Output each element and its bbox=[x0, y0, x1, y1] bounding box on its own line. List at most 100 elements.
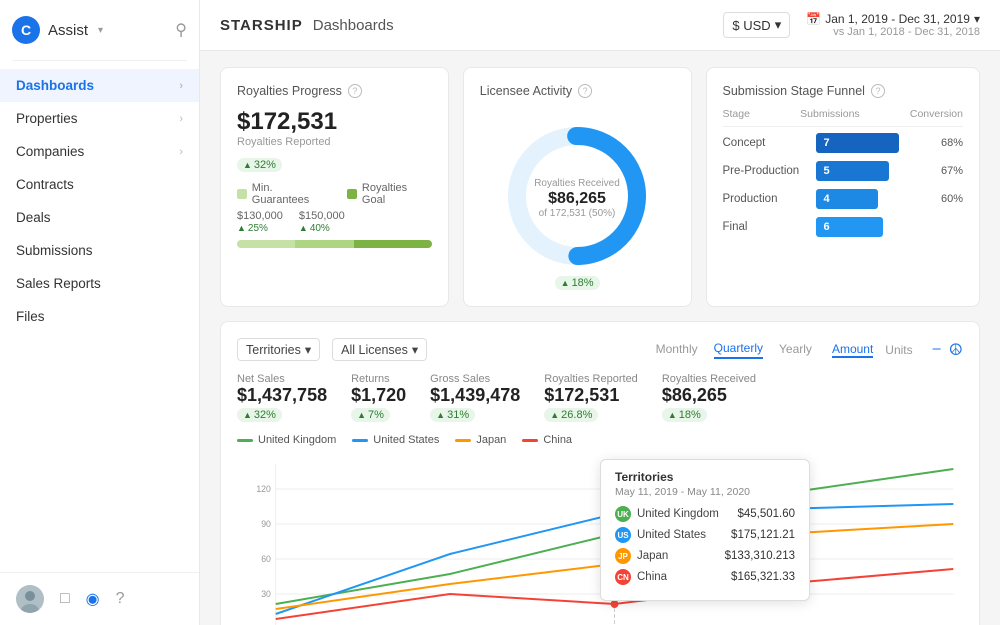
tab-yearly[interactable]: Yearly bbox=[779, 342, 812, 358]
donut-wrapper: Royalties Received $86,265 of 172,531 (5… bbox=[480, 108, 675, 284]
page-title: Dashboards bbox=[313, 17, 394, 34]
sidebar-item-dashboards[interactable]: Dashboards › bbox=[0, 69, 199, 102]
svg-text:$86,265: $86,265 bbox=[548, 190, 606, 207]
us-flag: US bbox=[615, 527, 631, 543]
amount-unit-tabs: Amount Units bbox=[832, 342, 913, 358]
metric-royalties-reported: Royalties Reported $172,531 ▲ 26.8% bbox=[544, 373, 638, 422]
tooltip-china: CN China $165,321.33 bbox=[615, 569, 795, 585]
licensee-badge: ▲ 18% bbox=[555, 276, 600, 290]
tab-amount[interactable]: Amount bbox=[832, 342, 873, 358]
chevron-down-icon: ▾ bbox=[775, 17, 782, 33]
svg-text:of 172,531 (50%): of 172,531 (50%) bbox=[539, 208, 616, 219]
app-name: Assist bbox=[48, 22, 88, 39]
progress-seg-3 bbox=[354, 240, 432, 248]
sidebar-item-deals[interactable]: Deals bbox=[0, 201, 199, 234]
tab-monthly[interactable]: Monthly bbox=[656, 342, 698, 358]
japan-flag: JP bbox=[615, 548, 631, 564]
info-icon[interactable]: ? bbox=[871, 84, 885, 98]
royalties-value: $172,531 bbox=[237, 108, 432, 136]
top-bar: STARSHIP Dashboards $ USD ▾ 📅 Jan 1, 201… bbox=[200, 0, 1000, 51]
search-icon[interactable]: ⚲ bbox=[175, 20, 187, 40]
info-icon[interactable]: ? bbox=[578, 84, 592, 98]
date-range: 📅 Jan 1, 2019 - Dec 31, 2019 ▾ vs Jan 1,… bbox=[806, 12, 980, 38]
tab-units[interactable]: Units bbox=[885, 343, 912, 357]
sidebar-item-companies[interactable]: Companies › bbox=[0, 135, 199, 168]
metric-net-sales: Net Sales $1,437,758 ▲ 32% bbox=[237, 373, 327, 422]
progress-values: $130,000 ▲ 25% $150,000 ▲ 40% bbox=[237, 210, 432, 234]
chart-area: 0 30 60 90 120 Q1 Q2 Q3 Q4 bbox=[237, 454, 963, 625]
legend-uk-line bbox=[237, 439, 253, 442]
funnel-card: Submission Stage Funnel ? Stage Submissi… bbox=[706, 67, 981, 307]
royalties-badge: ▲ 32% bbox=[237, 158, 282, 172]
funnel-row-final: Final 6 bbox=[723, 217, 964, 237]
avatar[interactable] bbox=[16, 585, 44, 613]
sidebar-nav: Dashboards › Properties › Companies › Co… bbox=[0, 61, 199, 572]
svg-text:60: 60 bbox=[261, 554, 271, 564]
app-arrow[interactable]: ▾ bbox=[98, 25, 103, 36]
chevron-right-icon: › bbox=[179, 80, 183, 92]
chevron-down-icon: ▾ bbox=[305, 342, 311, 357]
legend-us-line bbox=[352, 439, 368, 442]
chart-icons: ⎯ ☮ bbox=[933, 340, 963, 360]
funnel-row-preproduction: Pre-Production 5 67% bbox=[723, 161, 964, 181]
line-chart-icon[interactable]: ⎯ bbox=[933, 340, 941, 360]
territories-filter[interactable]: Territories ▾ bbox=[237, 338, 320, 361]
chevron-down-icon: ▾ bbox=[974, 12, 980, 26]
metrics-row: Net Sales $1,437,758 ▲ 32% Returns $1,72… bbox=[237, 373, 963, 422]
chat-icon[interactable]: □ bbox=[60, 590, 70, 608]
cards-row: Royalties Progress ? $172,531 Royalties … bbox=[220, 67, 980, 307]
chart-filters: Territories ▾ All Licenses ▾ bbox=[237, 338, 427, 361]
svg-text:120: 120 bbox=[256, 484, 271, 494]
time-tabs: Monthly Quarterly Yearly bbox=[656, 341, 812, 359]
goal-dot bbox=[347, 189, 357, 199]
royalties-card: Royalties Progress ? $172,531 Royalties … bbox=[220, 67, 449, 307]
donut-chart: Royalties Received $86,265 of 172,531 (5… bbox=[497, 116, 657, 276]
svg-text:90: 90 bbox=[261, 519, 271, 529]
licensee-title: Licensee Activity ? bbox=[480, 84, 675, 98]
content: Royalties Progress ? $172,531 Royalties … bbox=[200, 51, 1000, 625]
chevron-right-icon: › bbox=[179, 113, 183, 125]
chevron-down-icon: ▾ bbox=[412, 342, 418, 357]
svg-text:Royalties Received: Royalties Received bbox=[534, 178, 620, 189]
sidebar-item-submissions[interactable]: Submissions bbox=[0, 234, 199, 267]
currency-selector[interactable]: $ USD ▾ bbox=[723, 12, 790, 38]
royalties-title: Royalties Progress ? bbox=[237, 84, 432, 98]
min-guarantee-dot bbox=[237, 189, 247, 199]
chart-section: Territories ▾ All Licenses ▾ Monthly Qua… bbox=[220, 321, 980, 625]
brand: STARSHIP Dashboards bbox=[220, 17, 394, 34]
chevron-right-icon: › bbox=[179, 146, 183, 158]
progress-bar bbox=[237, 240, 432, 248]
sidebar-item-contracts[interactable]: Contracts bbox=[0, 168, 199, 201]
bell-icon[interactable]: ◉ bbox=[86, 589, 100, 609]
funnel-title: Submission Stage Funnel ? bbox=[723, 84, 964, 98]
chart-controls: Territories ▾ All Licenses ▾ Monthly Qua… bbox=[237, 338, 963, 361]
tooltip-uk: UK United Kingdom $45,501.60 bbox=[615, 506, 795, 522]
funnel-row-concept: Concept 7 68% bbox=[723, 133, 964, 153]
funnel-header: Stage Submissions Conversion bbox=[723, 108, 964, 127]
metric-royalties-received: Royalties Received $86,265 ▲ 18% bbox=[662, 373, 756, 422]
sidebar-item-properties[interactable]: Properties › bbox=[0, 102, 199, 135]
progress-seg-1 bbox=[237, 240, 295, 248]
sidebar-header: C Assist ▾ ⚲ bbox=[0, 0, 199, 60]
info-icon[interactable]: ? bbox=[348, 84, 362, 98]
app-logo: C bbox=[12, 16, 40, 44]
metric-returns: Returns $1,720 ▲ 7% bbox=[351, 373, 406, 422]
royalties-label: Royalties Reported bbox=[237, 136, 432, 148]
brand-name: STARSHIP bbox=[220, 17, 303, 34]
sidebar-item-sales-reports[interactable]: Sales Reports bbox=[0, 267, 199, 300]
top-controls: $ USD ▾ 📅 Jan 1, 2019 - Dec 31, 2019 ▾ v… bbox=[723, 12, 980, 38]
tab-quarterly[interactable]: Quarterly bbox=[714, 341, 763, 359]
licensee-card: Licensee Activity ? Royalties Received $… bbox=[463, 67, 692, 307]
help-icon[interactable]: ? bbox=[116, 590, 125, 608]
mini-labels: Min. Guarantees Royalties Goal bbox=[237, 182, 432, 206]
bar-chart-icon[interactable]: ☮ bbox=[949, 340, 963, 360]
china-flag: CN bbox=[615, 569, 631, 585]
sidebar-footer: □ ◉ ? bbox=[0, 572, 199, 625]
legend-japan-line bbox=[455, 439, 471, 442]
licenses-filter[interactable]: All Licenses ▾ bbox=[332, 338, 427, 361]
sidebar-item-files[interactable]: Files bbox=[0, 300, 199, 333]
uk-flag: UK bbox=[615, 506, 631, 522]
tooltip-us: US United States $175,121.21 bbox=[615, 527, 795, 543]
calendar-icon: 📅 bbox=[806, 12, 821, 26]
chart-tooltip: Territories May 11, 2019 - May 11, 2020 … bbox=[600, 459, 810, 601]
